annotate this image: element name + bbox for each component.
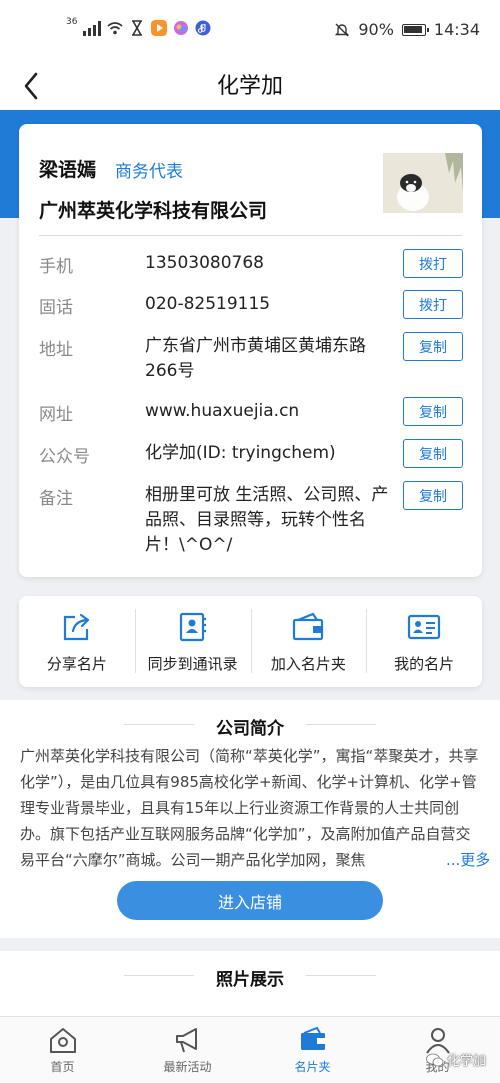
status-left: 36 (66, 17, 211, 36)
nav-bar: 化学加 (0, 60, 500, 110)
tab-activities[interactable]: 最新活动 (125, 1017, 250, 1083)
company-intro-section: 公司简介 广州萃英化学科技有限公司（简称“萃英化学”，寓指“萃聚英才，共享化学”… (0, 700, 500, 938)
share-card-button[interactable]: 分享名片 (19, 596, 135, 687)
contact-name: 梁语嫣 (39, 159, 97, 181)
call-landline-button[interactable]: 拨打 (403, 290, 463, 319)
bell-muted-icon (335, 23, 350, 36)
sync-contacts-button[interactable]: 同步到通讯录 (134, 596, 251, 687)
avatar[interactable] (383, 153, 463, 213)
row-value-mobile: 13503080768 (145, 253, 264, 273)
sync-contacts-label: 同步到通讯录 (147, 655, 238, 673)
enter-store-button[interactable]: 进入店铺 (117, 881, 383, 920)
call-mobile-button[interactable]: 拨打 (403, 249, 463, 278)
row-label-note: 备注 (39, 489, 73, 509)
music-app-icon (195, 20, 211, 36)
tab-home-label: 首页 (50, 1060, 75, 1074)
status-bar: 36 90% 14:34 (0, 0, 500, 60)
app-icon (174, 21, 189, 35)
row-label-landline: 固话 (39, 298, 73, 318)
status-right: 90% 14:34 (334, 20, 480, 39)
photos-title: 照片展示 (216, 970, 284, 990)
row-label-website: 网址 (39, 405, 73, 425)
avatar-photo (383, 153, 463, 213)
watermark: 化学加 (426, 1050, 486, 1069)
video-app-icon (151, 20, 168, 36)
section-divider-right (306, 975, 376, 976)
battery-percent: 90% (358, 20, 394, 39)
copy-address-button[interactable]: 复制 (403, 332, 463, 361)
share-card-label: 分享名片 (46, 655, 107, 673)
clock: 14:34 (433, 20, 480, 39)
tab-home[interactable]: 首页 (0, 1017, 125, 1083)
share-icon (63, 613, 89, 641)
network-type: 36 (66, 17, 78, 27)
row-value-website: www.huaxuejia.cn (145, 401, 300, 421)
row-value-address: 广东省广州市黄埔区黄埔东路266号 (145, 336, 366, 381)
add-to-cardholder-label: 加入名片夹 (270, 655, 346, 673)
company-name: 广州萃英化学科技有限公司 (39, 200, 268, 222)
section-divider-right (306, 724, 376, 725)
contact-role: 商务代表 (115, 162, 183, 182)
id-card-icon (408, 614, 441, 640)
battery-icon (401, 23, 429, 36)
my-card-label: 我的名片 (394, 655, 455, 673)
tab-activities-label: 最新活动 (163, 1060, 212, 1074)
card-divider (39, 235, 462, 236)
photos-section: 照片展示 (0, 951, 500, 1016)
signal-icon (83, 20, 102, 36)
wifi-icon (107, 22, 123, 35)
contacts-sync-icon (179, 612, 206, 642)
copy-wechat-button[interactable]: 复制 (403, 439, 463, 468)
row-label-wechat: 公众号 (39, 447, 90, 467)
company-intro-text: 广州萃英化学科技有限公司（简称“萃英化学”，寓指“萃聚英才，共享化学”），是由几… (20, 747, 479, 869)
hourglass-icon (132, 20, 143, 36)
wallet-icon (300, 1026, 325, 1050)
row-label-address: 地址 (39, 340, 73, 360)
megaphone-icon (175, 1028, 197, 1053)
copy-website-button[interactable]: 复制 (403, 397, 463, 426)
more-link[interactable]: ...更多 (444, 847, 491, 873)
row-value-landline: 020-82519115 (145, 294, 271, 314)
my-card-button[interactable]: 我的名片 (366, 596, 482, 687)
quick-actions: 分享名片 同步到通讯录 加入名片夹 我的名片 (19, 596, 482, 687)
tab-cardholder-label: 名片夹 (294, 1060, 331, 1074)
page-title: 化学加 (216, 74, 283, 99)
company-intro-title: 公司简介 (216, 719, 284, 739)
add-to-cardholder-button[interactable]: 加入名片夹 (250, 596, 367, 687)
tab-cardholder[interactable]: 名片夹 (250, 1017, 375, 1083)
row-value-wechat: 化学加(ID: tryingchem) (145, 443, 336, 463)
copy-note-button[interactable]: 复制 (403, 481, 463, 510)
home-icon (49, 1028, 76, 1053)
business-card: 梁语嫣 商务代表 广州萃英化学科技有限公司 手机 13503080768 拨打 … (19, 124, 482, 577)
row-value-note: 相册里可放 生活照、公司照、产品照、目录照等，玩转个性名片！\^O^/ (145, 485, 389, 555)
card-holder-icon (293, 612, 324, 641)
wechat-logo-icon (426, 1053, 444, 1066)
watermark-text: 化学加 (446, 1054, 486, 1069)
row-label-mobile: 手机 (39, 257, 73, 277)
